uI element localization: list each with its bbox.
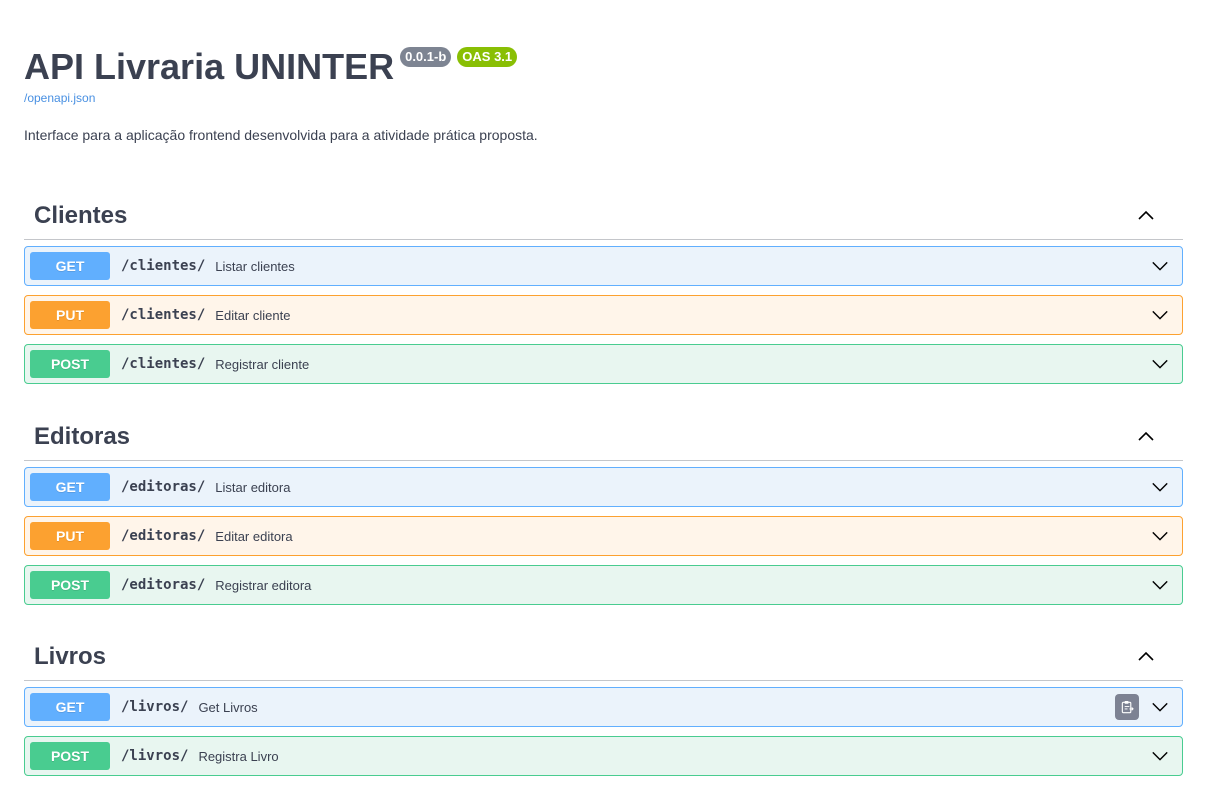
op-actions (1149, 304, 1177, 326)
oas-badge: OAS 3.1 (457, 47, 518, 67)
op-summary: Registrar cliente (215, 356, 310, 372)
clipboard-copy-icon (1121, 700, 1134, 713)
tag-section-livros: Livros GET /livros/ Get Livros POST /liv… (24, 634, 1183, 785)
op-summary: Registrar editora (215, 577, 312, 593)
tag-name: Clientes (34, 202, 128, 229)
op-path: /clientes/ (121, 356, 206, 372)
method-badge: GET (30, 473, 110, 501)
op-actions (1149, 353, 1177, 375)
chevron-down-icon[interactable] (1149, 353, 1171, 375)
method-badge: GET (30, 693, 110, 721)
chevron-up-icon[interactable] (1135, 646, 1157, 668)
chevron-down-icon[interactable] (1149, 255, 1171, 277)
tag-name: Livros (34, 643, 107, 670)
op-path: /livros/ (121, 748, 189, 764)
chevron-down-icon[interactable] (1149, 745, 1171, 767)
op-summary: Editar cliente (215, 307, 291, 323)
op-path: /clientes/ (121, 307, 206, 323)
method-badge: PUT (30, 301, 110, 329)
tag-header-editoras[interactable]: Editoras (24, 414, 1183, 461)
chevron-down-icon[interactable] (1149, 696, 1171, 718)
chevron-down-icon[interactable] (1149, 476, 1171, 498)
method-badge: GET (30, 252, 110, 280)
tag-section-clientes: Clientes GET /clientes/ Listar clientes … (24, 193, 1183, 393)
chevron-down-icon[interactable] (1149, 304, 1171, 326)
opblock-get-clientes[interactable]: GET /clientes/ Listar clientes (24, 246, 1183, 286)
opblock-post-editoras[interactable]: POST /editoras/ Registrar editora (24, 565, 1183, 605)
opblock-get-livros[interactable]: GET /livros/ Get Livros (24, 687, 1183, 727)
version-badge: 0.0.1-b (400, 47, 452, 67)
op-path: /clientes/ (121, 258, 206, 274)
tag-name: Editoras (34, 423, 131, 450)
op-path: /editoras/ (121, 479, 206, 495)
op-summary: Listar clientes (215, 258, 295, 274)
opblock-get-editoras[interactable]: GET /editoras/ Listar editora (24, 467, 1183, 507)
tag-header-clientes[interactable]: Clientes (24, 193, 1183, 240)
page-title: API Livraria UNINTER (24, 46, 395, 87)
chevron-up-icon[interactable] (1135, 205, 1157, 227)
tag-section-editoras: Editoras GET /editoras/ Listar editora P… (24, 414, 1183, 614)
op-path: /editoras/ (121, 528, 206, 544)
method-badge: POST (30, 350, 110, 378)
opblock-put-editoras[interactable]: PUT /editoras/ Editar editora (24, 516, 1183, 556)
op-actions (1115, 694, 1177, 720)
copy-to-clipboard-button[interactable] (1115, 694, 1139, 720)
chevron-down-icon[interactable] (1149, 525, 1171, 547)
op-path: /editoras/ (121, 577, 206, 593)
op-actions (1149, 255, 1177, 277)
op-actions (1149, 574, 1177, 596)
chevron-down-icon[interactable] (1149, 574, 1171, 596)
op-actions (1149, 525, 1177, 547)
chevron-up-icon[interactable] (1135, 426, 1157, 448)
method-badge: POST (30, 742, 110, 770)
op-summary: Registra Livro (198, 748, 279, 764)
op-summary: Get Livros (198, 699, 258, 715)
op-path: /livros/ (121, 699, 189, 715)
opblock-post-livros[interactable]: POST /livros/ Registra Livro (24, 736, 1183, 776)
openapi-json-link[interactable]: /openapi.json (24, 90, 1184, 106)
title-row: API Livraria UNINTER 0.0.1-b OAS 3.1 (24, 44, 1184, 90)
op-summary: Listar editora (215, 479, 291, 495)
tag-header-livros[interactable]: Livros (24, 634, 1183, 681)
op-actions (1149, 476, 1177, 498)
op-summary: Editar editora (215, 528, 293, 544)
method-badge: POST (30, 571, 110, 599)
method-badge: PUT (30, 522, 110, 550)
api-info: API Livraria UNINTER 0.0.1-b OAS 3.1 /op… (24, 44, 1184, 144)
opblock-post-clientes[interactable]: POST /clientes/ Registrar cliente (24, 344, 1183, 384)
api-description: Interface para a aplicação frontend dese… (24, 127, 538, 143)
op-actions (1149, 745, 1177, 767)
opblock-put-clientes[interactable]: PUT /clientes/ Editar cliente (24, 295, 1183, 335)
